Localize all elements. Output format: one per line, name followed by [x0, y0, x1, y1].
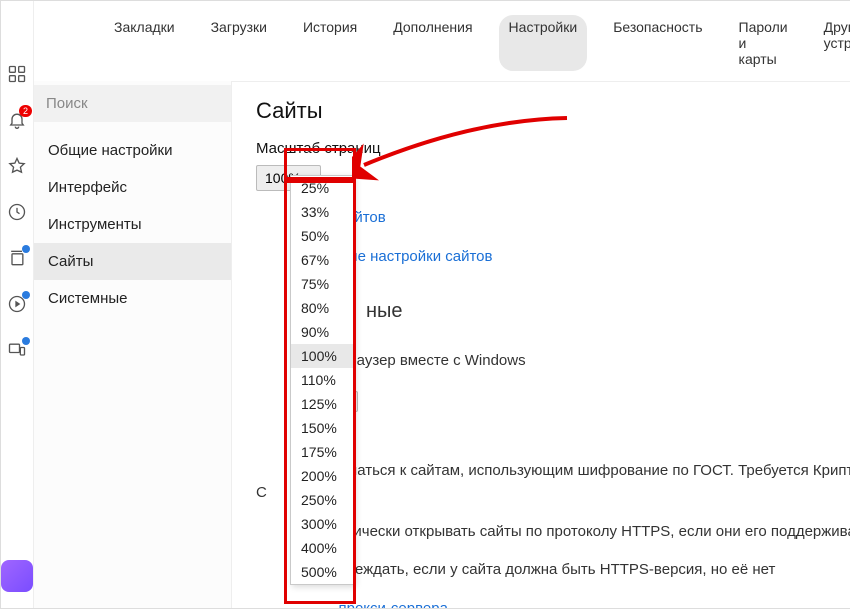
zoom-option-selected[interactable]: 100% [291, 344, 353, 368]
nav-general[interactable]: Общие настройки [34, 132, 231, 169]
tab-history[interactable]: История [293, 15, 367, 71]
zoom-option[interactable]: 250% [291, 488, 353, 512]
zoom-option[interactable]: 400% [291, 536, 353, 560]
zoom-option[interactable]: 175% [291, 440, 353, 464]
zoom-option[interactable]: 110% [291, 368, 353, 392]
zoom-option[interactable]: 125% [291, 392, 353, 416]
zoom-option[interactable]: 500% [291, 560, 353, 584]
zoom-option[interactable]: 25% [291, 176, 353, 200]
zoom-option[interactable]: 80% [291, 296, 353, 320]
browser-windows-text: Браузер вместе с Windows [339, 352, 526, 369]
dot-indicator [22, 291, 30, 299]
nav-system[interactable]: Системные [34, 280, 231, 317]
zoom-dropdown[interactable]: 25% 33% 50% 67% 75% 80% 90% 100% 110% 12… [290, 175, 354, 585]
zoom-option[interactable]: 200% [291, 464, 353, 488]
nav-sites[interactable]: Сайты [34, 243, 231, 280]
nav-interface[interactable]: Интерфейс [34, 169, 231, 206]
link-site-settings[interactable]: ные настройки сайтов [339, 248, 493, 265]
tab-downloads[interactable]: Загрузки [201, 15, 277, 71]
page-title: Сайты [256, 98, 850, 124]
https-auto-text: атически открывать сайты по протоколу HT… [339, 523, 850, 540]
zoom-option[interactable]: 33% [291, 200, 353, 224]
tab-settings[interactable]: Настройки [499, 15, 588, 71]
tab-passwords[interactable]: Пароли и карты [729, 15, 798, 71]
top-tabs: Закладки Загрузки История Дополнения Нас… [34, 1, 850, 81]
zoom-option[interactable]: 67% [291, 248, 353, 272]
nav-tools[interactable]: Инструменты [34, 206, 231, 243]
zoom-option[interactable]: 150% [291, 416, 353, 440]
collections-icon[interactable] [6, 247, 28, 269]
dot-indicator [22, 245, 30, 253]
tab-addons[interactable]: Дополнения [383, 15, 482, 71]
zoom-option[interactable]: 90% [291, 320, 353, 344]
bell-icon[interactable]: 2 [6, 109, 28, 131]
https-warn-text: преждать, если у сайта должна быть HTTPS… [339, 561, 776, 578]
clock-icon[interactable] [6, 201, 28, 223]
dot-indicator [22, 337, 30, 345]
devices-icon[interactable] [6, 339, 28, 361]
tab-devices[interactable]: Другие устройства [814, 15, 850, 71]
settings-nav: Общие настройки Интерфейс Инструменты Са… [34, 132, 231, 317]
widgets-icon[interactable] [6, 63, 28, 85]
iconbar: 2 [1, 1, 34, 608]
play-icon[interactable] [6, 293, 28, 315]
zoom-option[interactable]: 75% [291, 272, 353, 296]
zoom-option[interactable]: 300% [291, 512, 353, 536]
zoom-option[interactable]: 50% [291, 224, 353, 248]
star-icon[interactable] [6, 155, 28, 177]
section-heading: ные [366, 300, 403, 322]
alice-icon[interactable] [1, 560, 33, 592]
tab-security[interactable]: Безопасность [603, 15, 712, 71]
bell-badge: 2 [19, 105, 32, 117]
zoom-label: Масштаб страниц [256, 140, 850, 157]
tab-bookmarks[interactable]: Закладки [104, 15, 185, 71]
link-proxy[interactable]: прокси-сервера [339, 600, 448, 609]
search-input[interactable]: Поиск [34, 85, 231, 122]
